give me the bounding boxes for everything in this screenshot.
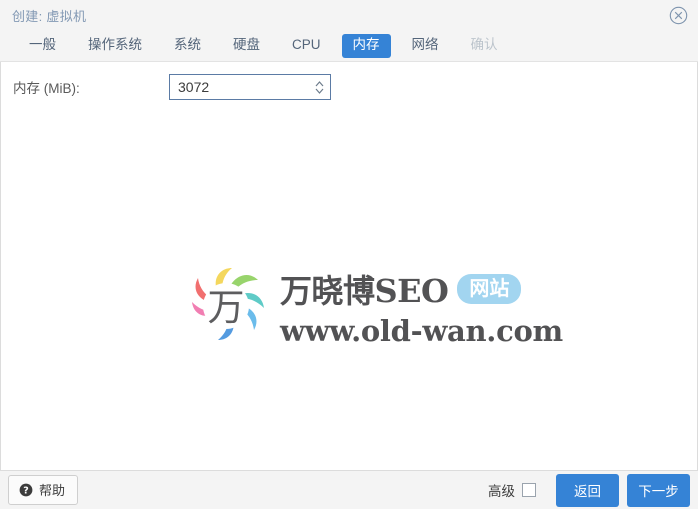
watermark-badge: 网站 bbox=[457, 274, 522, 304]
spinner-updown-icon[interactable] bbox=[308, 75, 330, 99]
watermark-url: www.old-wan.com bbox=[280, 314, 563, 348]
question-mark-icon: ? bbox=[19, 483, 33, 497]
create-vm-dialog: 创建: 虚拟机 一般 操作系统 系统 硬盘 CPU 内存 网络 确认 内存 (M… bbox=[0, 0, 698, 509]
dialog-content: 内存 (MiB): 3072 万 万晓博SEO 网站 www.old-wan.c… bbox=[0, 62, 698, 470]
dialog-titlebar: 创建: 虚拟机 bbox=[0, 0, 698, 31]
tab-memory[interactable]: 内存 bbox=[341, 34, 391, 58]
tab-system[interactable]: 系统 bbox=[163, 34, 212, 58]
next-button[interactable]: 下一步 bbox=[627, 473, 690, 507]
tab-hard-disk[interactable]: 硬盘 bbox=[222, 34, 271, 58]
wizard-tabbar: 一般 操作系统 系统 硬盘 CPU 内存 网络 确认 bbox=[0, 31, 698, 62]
tab-general[interactable]: 一般 bbox=[18, 34, 67, 58]
dialog-footer: ? 帮助 高级 返回 下一步 bbox=[0, 470, 698, 509]
advanced-checkbox[interactable] bbox=[522, 483, 536, 497]
help-button[interactable]: ? 帮助 bbox=[8, 475, 79, 505]
tab-cpu[interactable]: CPU bbox=[281, 34, 332, 58]
tab-confirm: 确认 bbox=[470, 37, 498, 53]
watermark-brand: 万晓博SEO bbox=[280, 272, 449, 310]
watermark-overlay: 万 万晓博SEO 网站 www.old-wan.com bbox=[182, 260, 563, 356]
logo-character: 万 bbox=[207, 286, 245, 329]
close-icon[interactable] bbox=[669, 6, 688, 25]
memory-input-value[interactable]: 3072 bbox=[170, 79, 308, 95]
tab-network[interactable]: 网络 bbox=[401, 34, 450, 58]
watermark-text: 万晓博SEO 网站 www.old-wan.com bbox=[280, 260, 563, 348]
dialog-title: 创建: 虚拟机 bbox=[12, 9, 87, 24]
back-button[interactable]: 返回 bbox=[556, 473, 619, 507]
memory-label: 内存 (MiB): bbox=[13, 81, 80, 96]
pinwheel-logo-icon: 万 bbox=[182, 260, 270, 348]
help-button-label: 帮助 bbox=[39, 483, 66, 498]
advanced-label: 高级 bbox=[488, 484, 515, 499]
svg-text:?: ? bbox=[23, 485, 29, 496]
watermark-brand-line: 万晓博SEO 网站 bbox=[280, 266, 563, 312]
advanced-toggle[interactable]: 高级 bbox=[488, 480, 536, 500]
tab-operating-system[interactable]: 操作系统 bbox=[77, 34, 153, 58]
memory-spinner[interactable]: 3072 bbox=[169, 74, 331, 100]
memory-form-row: 内存 (MiB): 3072 bbox=[1, 74, 697, 100]
